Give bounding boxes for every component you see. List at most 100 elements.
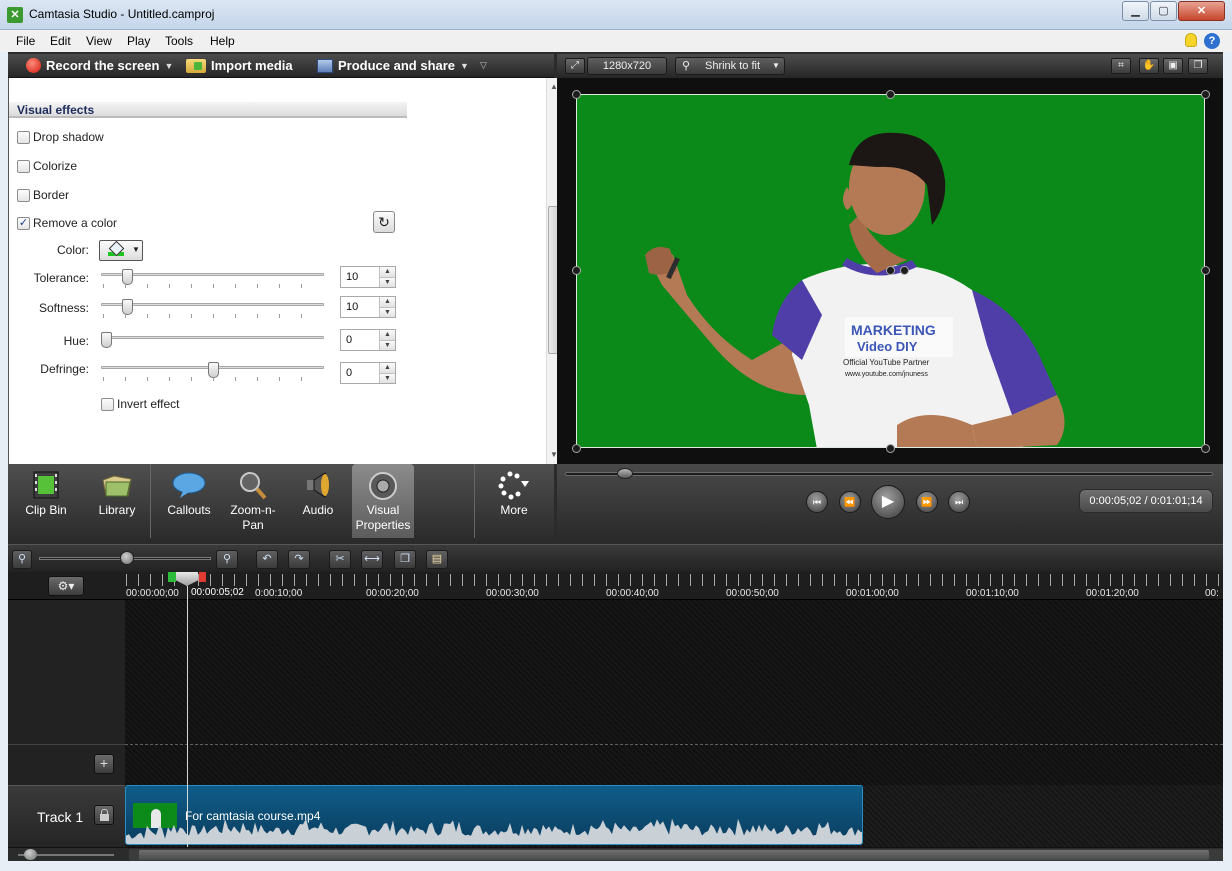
produce-share-button[interactable]: Produce and share ▼ ▽	[317, 58, 487, 73]
softness-value[interactable]: 10	[346, 301, 358, 313]
add-track-button[interactable]: +	[94, 754, 114, 774]
tab-visual-properties[interactable]: Visual Properties	[352, 464, 414, 538]
reset-effect-button[interactable]: ↻	[373, 211, 395, 233]
timeline-zoom-thumb[interactable]	[120, 551, 134, 565]
rotation-handle[interactable]	[886, 266, 895, 275]
tab-callouts[interactable]: Callouts	[156, 464, 222, 538]
invert-effect-checkbox[interactable]	[101, 397, 114, 411]
preview-canvas[interactable]: MARKETING Video DIY Official YouTube Par…	[557, 78, 1223, 464]
softness-slider[interactable]	[101, 299, 324, 318]
menu-play[interactable]: Play	[127, 34, 150, 48]
close-button[interactable]: ✕	[1178, 1, 1225, 21]
defringe-down-arrow-icon[interactable]: ▼	[379, 373, 395, 383]
tab-library[interactable]: Library	[84, 464, 150, 538]
maximize-button[interactable]: ▢	[1150, 1, 1177, 21]
defringe-slider[interactable]	[101, 362, 324, 381]
softness-spinbox[interactable]: 10 ▲ ▼	[340, 296, 396, 318]
zoom-out-icon[interactable]: ⚲	[12, 550, 32, 569]
track-1-header[interactable]: Track 1	[8, 785, 125, 847]
resize-handle-top-left[interactable]	[572, 90, 581, 99]
track-height-slider-thumb[interactable]	[24, 849, 37, 860]
menu-edit[interactable]: Edit	[50, 34, 71, 48]
undo-icon[interactable]: ↶	[256, 550, 278, 569]
lock-icon[interactable]	[94, 805, 114, 825]
resize-handle-top-right[interactable]	[1201, 90, 1210, 99]
tolerance-spinbox[interactable]: 10 ▲ ▼	[340, 266, 396, 288]
colorize-checkbox[interactable]	[17, 159, 30, 173]
jump-to-start-icon[interactable]: ⏮	[806, 491, 828, 513]
hue-slider-thumb[interactable]	[101, 332, 112, 348]
tolerance-slider-thumb[interactable]	[122, 269, 133, 285]
detach-preview-icon[interactable]: ❐	[1188, 58, 1208, 74]
tolerance-up-arrow-icon[interactable]: ▲	[379, 267, 395, 277]
copy-icon[interactable]: ❐	[394, 550, 416, 569]
zoom-in-icon[interactable]: ⚲	[216, 550, 238, 569]
empty-track-area[interactable]	[125, 600, 1223, 785]
timeline-horizontal-scrollbar[interactable]	[129, 849, 1223, 861]
zoom-fit-dropdown[interactable]: Shrink to fit ⚲ ▼	[675, 57, 785, 75]
menu-help[interactable]: Help	[210, 34, 235, 48]
softness-up-arrow-icon[interactable]: ▲	[379, 297, 395, 307]
hue-value[interactable]: 0	[346, 334, 352, 346]
jump-to-end-icon[interactable]: ⏭	[948, 491, 970, 513]
playback-scrubber-thumb[interactable]	[617, 468, 633, 479]
resize-handle-bottom[interactable]	[886, 444, 895, 453]
tolerance-value[interactable]: 10	[346, 271, 358, 283]
record-screen-button[interactable]: Record the screen ▼	[26, 58, 173, 73]
selection-start-marker[interactable]	[168, 572, 176, 582]
hue-down-arrow-icon[interactable]: ▼	[379, 340, 395, 350]
split-icon[interactable]: ⟷	[361, 550, 383, 569]
resize-handle-bottom-left[interactable]	[572, 444, 581, 453]
defringe-slider-thumb[interactable]	[208, 362, 219, 378]
timeline-ruler[interactable]: ⚙▾ 00:00:00;00 0:00:10;00 00:00:20;00 00…	[8, 572, 1223, 600]
color-picker-button[interactable]: ▼	[99, 240, 143, 261]
tab-zoom-n-pan[interactable]: Zoom-n- Pan	[222, 464, 284, 538]
toolbar-overflow-icon[interactable]: ▽	[480, 60, 487, 71]
defringe-up-arrow-icon[interactable]: ▲	[379, 363, 395, 373]
media-clip[interactable]: For camtasia course.mp4	[125, 785, 863, 845]
resize-handle-right[interactable]	[1201, 266, 1210, 275]
resize-handle-top[interactable]	[886, 90, 895, 99]
invert-effect-option[interactable]: Invert effect	[101, 397, 179, 411]
remove-color-option[interactable]: ✓ Remove a color	[17, 216, 117, 230]
menu-tools[interactable]: Tools	[165, 34, 193, 48]
hue-up-arrow-icon[interactable]: ▲	[379, 330, 395, 340]
selection-end-marker[interactable]	[199, 572, 206, 582]
cut-scissors-icon[interactable]: ✂	[329, 550, 351, 569]
hue-spinbox[interactable]: 0 ▲ ▼	[340, 329, 396, 351]
resize-handle-left[interactable]	[572, 266, 581, 275]
softness-down-arrow-icon[interactable]: ▼	[379, 307, 395, 317]
resize-handle-bottom-right[interactable]	[1201, 444, 1210, 453]
border-option[interactable]: Border	[17, 188, 69, 202]
tab-more[interactable]: More	[476, 464, 552, 538]
gear-icon[interactable]: ⚙▾	[48, 576, 84, 596]
fullscreen-icon[interactable]: ▣	[1163, 58, 1183, 74]
softness-slider-thumb[interactable]	[122, 299, 133, 315]
hue-slider[interactable]	[101, 332, 324, 348]
tab-clip-bin[interactable]: Clip Bin	[8, 464, 84, 538]
tips-lightbulb-icon[interactable]	[1185, 33, 1197, 47]
defringe-value[interactable]: 0	[346, 367, 352, 379]
fast-forward-icon[interactable]: ⏩	[916, 491, 938, 513]
border-checkbox[interactable]	[17, 188, 30, 202]
import-media-button[interactable]: Import media	[186, 58, 293, 73]
menu-file[interactable]: File	[16, 34, 35, 48]
paste-icon[interactable]: ▤	[426, 550, 448, 569]
drop-shadow-option[interactable]: Drop shadow	[17, 130, 104, 144]
tab-audio[interactable]: Audio	[284, 464, 352, 538]
menu-view[interactable]: View	[86, 34, 112, 48]
track-1-lane[interactable]: For camtasia course.mp4	[125, 785, 1223, 847]
redo-icon[interactable]: ↷	[288, 550, 310, 569]
remove-color-checkbox[interactable]: ✓	[17, 216, 30, 230]
crop-icon[interactable]: ⌗	[1111, 58, 1131, 74]
defringe-spinbox[interactable]: 0 ▲ ▼	[340, 362, 396, 384]
playback-scrubber-track[interactable]	[565, 472, 1213, 476]
pan-hand-icon[interactable]: ✋	[1139, 58, 1159, 74]
help-question-icon[interactable]: ?	[1204, 33, 1220, 49]
tolerance-slider[interactable]	[101, 269, 324, 288]
colorize-option[interactable]: Colorize	[17, 159, 77, 173]
minimize-button[interactable]: ▁	[1122, 1, 1149, 21]
drop-shadow-checkbox[interactable]	[17, 130, 30, 144]
center-handle[interactable]	[900, 266, 909, 275]
rewind-icon[interactable]: ⏪	[839, 491, 861, 513]
